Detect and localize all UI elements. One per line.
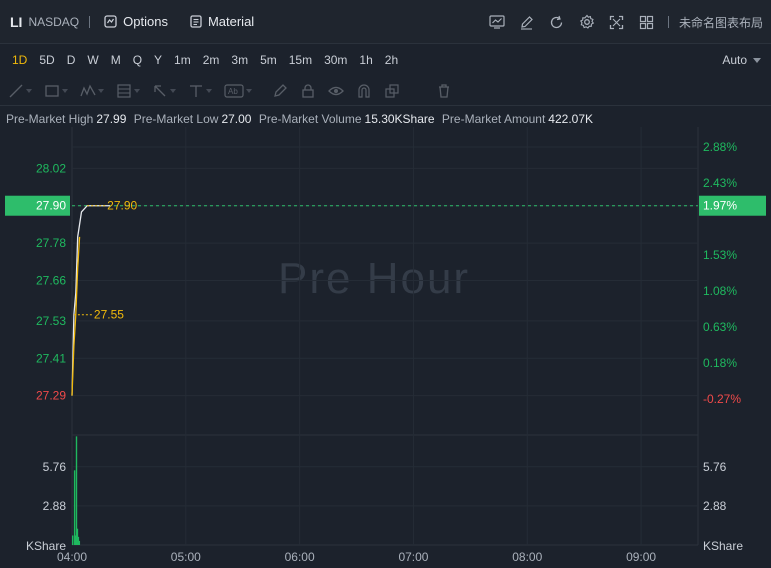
price-line xyxy=(71,205,110,396)
volume-bar xyxy=(78,540,81,545)
volume-tick-label-right: 2.88 xyxy=(703,499,727,513)
volume-bar xyxy=(73,470,76,545)
x-tick-label: 05:00 xyxy=(171,550,201,564)
volume-tick-label: 5.76 xyxy=(43,460,67,474)
percent-tick-label: 2.88% xyxy=(703,140,737,154)
x-tick-label: 07:00 xyxy=(398,550,428,564)
price-tick-label: 27.53 xyxy=(36,314,66,328)
volume-tick-label: 2.88 xyxy=(43,499,67,513)
price-tick-label: 27.66 xyxy=(36,273,66,287)
price-tick-label: 28.02 xyxy=(36,161,66,175)
volume-unit-label: KShare xyxy=(26,539,66,553)
percent-tick-label: 0.18% xyxy=(703,356,737,370)
current-price-value: 27.90 xyxy=(36,199,66,213)
percent-tick-label: -0.27% xyxy=(703,392,741,406)
x-tick-label: 09:00 xyxy=(626,550,656,564)
volume-bar xyxy=(72,535,74,545)
percent-tick-label: 2.43% xyxy=(703,176,737,190)
volume-unit-label-right: KShare xyxy=(703,539,743,553)
price-chart[interactable]: 04:00 05:00 06:00 07:00 08:00 09:0028.0227.78… xyxy=(0,0,771,568)
current-percent-value: 1.97% xyxy=(703,199,737,213)
percent-tick-label: 0.63% xyxy=(703,320,737,334)
price-tick-label: 27.29 xyxy=(36,389,66,403)
price-tick-label: 27.41 xyxy=(36,351,66,365)
percent-tick-label: 1.08% xyxy=(703,284,737,298)
price-label: 27.55 xyxy=(94,308,124,322)
volume-tick-label-right: 5.76 xyxy=(703,460,727,474)
x-tick-label: 06:00 xyxy=(285,550,315,564)
percent-tick-label: 1.53% xyxy=(703,248,737,262)
avg-price-line xyxy=(71,236,81,396)
price-tick-label: 27.78 xyxy=(36,236,66,250)
x-tick-label: 08:00 xyxy=(512,550,542,564)
price-label: 27.90 xyxy=(107,199,137,213)
